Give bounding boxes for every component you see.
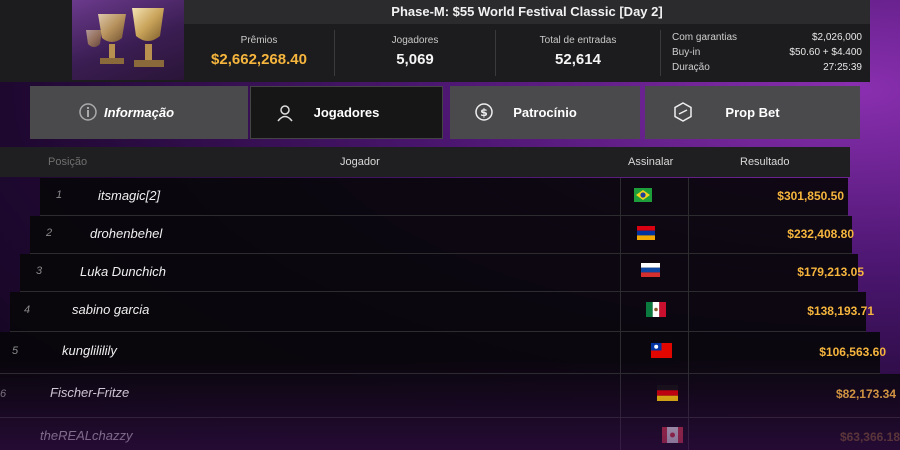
dollar-coin-icon: $ bbox=[474, 102, 494, 122]
row-position: 5 bbox=[12, 345, 19, 357]
row-player[interactable]: drohenbehel bbox=[90, 226, 162, 241]
column-divider bbox=[620, 178, 621, 450]
trophy-icon bbox=[72, 0, 184, 80]
tab-players[interactable]: Jogadores bbox=[250, 86, 443, 139]
duration-value: 27:25:39 bbox=[823, 62, 862, 73]
row-player[interactable]: theREALchazzy bbox=[40, 428, 133, 443]
tournament-stats: Prêmios $2,662,268.40 Jogadores 5,069 To… bbox=[184, 26, 870, 80]
taiwan-flag-icon bbox=[651, 343, 672, 363]
row-player[interactable]: Luka Dunchich bbox=[80, 264, 166, 279]
entries-label: Total de entradas bbox=[539, 35, 617, 46]
players-value: 5,069 bbox=[396, 51, 434, 68]
entries-stat: Total de entradas 52,614 bbox=[496, 26, 660, 80]
column-flag: Assinalar bbox=[628, 156, 674, 168]
row-player[interactable]: kunglililily bbox=[62, 343, 117, 358]
table-header: Posição Jogador Assinalar Resultado bbox=[0, 147, 850, 177]
column-player: Jogador bbox=[340, 156, 380, 168]
svg-text:$: $ bbox=[480, 106, 488, 119]
row-result: $138,193.71 bbox=[807, 304, 874, 318]
row-position: 4 bbox=[24, 304, 31, 316]
prizes-stat: Prêmios $2,662,268.40 bbox=[184, 26, 334, 80]
info-icon bbox=[78, 102, 98, 122]
row-player[interactable]: sabino garcia bbox=[72, 302, 149, 317]
row-position: 2 bbox=[46, 227, 53, 239]
row-result: $179,213.05 bbox=[797, 265, 864, 279]
buyin-value: $50.60 + $4.400 bbox=[789, 47, 862, 58]
column-position: Posição bbox=[48, 156, 88, 168]
tab-sponsorship[interactable]: $ Patrocínio bbox=[450, 86, 640, 139]
buyin-label: Buy-in bbox=[672, 47, 701, 58]
duration-label: Duração bbox=[672, 62, 710, 73]
players-label: Jogadores bbox=[391, 35, 439, 46]
row-result: $106,563.60 bbox=[819, 345, 886, 359]
tab-information[interactable]: Informação bbox=[30, 86, 248, 139]
tab-label: Informação bbox=[103, 105, 175, 120]
column-result: Resultado bbox=[740, 156, 790, 168]
tab-label: Patrocínio bbox=[513, 105, 577, 120]
tab-label: Jogadores bbox=[313, 105, 380, 120]
row-result: $82,173.34 bbox=[835, 387, 896, 401]
tournament-panel: Phase-M: $55 World Festival Classic [Day… bbox=[0, 0, 900, 450]
column-divider bbox=[688, 178, 689, 450]
armenia-flag-icon bbox=[637, 226, 655, 245]
tournament-details: Com garantias $2,026,000 Buy-in $50.60 + $… bbox=[672, 30, 862, 75]
row-position: 3 bbox=[36, 265, 43, 277]
germany-flag-icon bbox=[657, 385, 678, 406]
prizes-label: Prêmios bbox=[240, 35, 278, 46]
tab-label: Prop Bet bbox=[725, 105, 780, 120]
entries-value: 52,614 bbox=[555, 51, 601, 68]
tab-prop-bet[interactable]: Prop Bet bbox=[645, 86, 860, 139]
row-player[interactable]: itsmagic[2] bbox=[98, 188, 160, 203]
row-result: $63,366.18 bbox=[839, 430, 900, 444]
players-stat: Jogadores 5,069 bbox=[335, 26, 495, 80]
prop-bet-icon bbox=[673, 102, 693, 122]
mexico-flag-icon bbox=[646, 302, 666, 322]
slovenia-flag-icon bbox=[641, 263, 660, 282]
row-result: $232,408.80 bbox=[787, 227, 854, 241]
brazil-flag-icon bbox=[634, 188, 652, 207]
divider bbox=[660, 30, 661, 76]
prizes-value: $2,662,268.40 bbox=[211, 51, 307, 68]
row-result: $301,850.50 bbox=[777, 189, 844, 203]
row-position: 6 bbox=[0, 388, 7, 400]
row-player[interactable]: Fischer-Fritze bbox=[50, 385, 129, 400]
canada-flag-icon bbox=[662, 427, 683, 448]
user-icon bbox=[275, 103, 295, 123]
guarantee-value: $2,026,000 bbox=[811, 32, 862, 43]
row-position: 1 bbox=[56, 189, 63, 201]
tournament-title: Phase-M: $55 World Festival Classic [Day… bbox=[184, 0, 870, 24]
guarantee-label: Com garantias bbox=[672, 32, 738, 43]
tournament-header: Phase-M: $55 World Festival Classic [Day… bbox=[0, 0, 870, 82]
